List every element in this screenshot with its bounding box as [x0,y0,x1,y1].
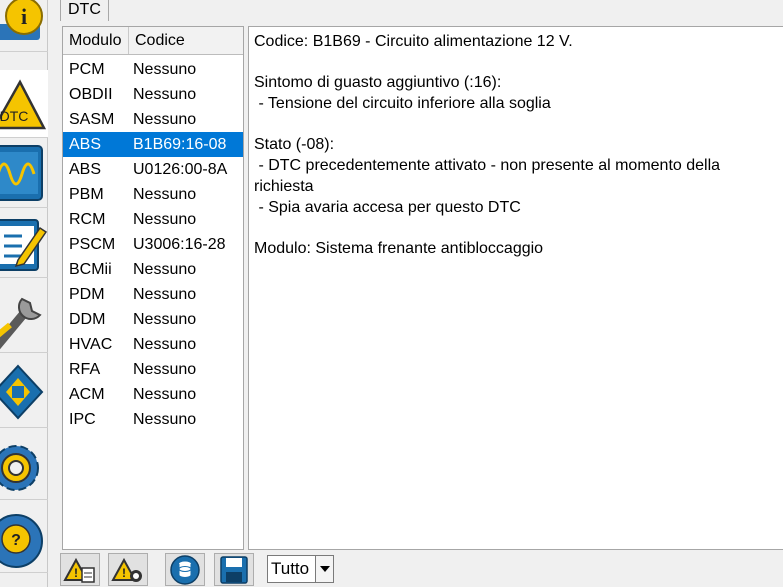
table-row[interactable]: ACM Nessuno [63,382,243,407]
checklist-edit-icon [0,218,48,271]
info-icon: i [0,0,43,40]
svg-text:i: i [21,4,27,29]
wrench-icon [0,297,42,349]
detail-symptom-line: - Tensione del circuito inferiore alla s… [254,95,551,113]
svg-text:DTC: DTC [0,108,28,124]
table-row[interactable]: RFA Nessuno [63,357,243,382]
oscilloscope-icon [0,144,43,201]
dtc-report-icon: ! [63,557,95,583]
row-codice: B1B69:16-08 [133,136,227,153]
sidebar-module-button[interactable] [0,360,48,428]
table-row[interactable]: BCMii Nessuno [63,257,243,282]
help-icon: ? [0,513,43,568]
tool-sidebar: i DTC ? [0,0,48,587]
row-modulo: OBDII [69,86,113,103]
sidebar-settings-button[interactable] [0,432,48,500]
table-row[interactable]: HVAC Nessuno [63,332,243,357]
row-codice: Nessuno [133,286,197,303]
row-modulo: HVAC [69,336,113,353]
table-row[interactable]: PCM Nessuno [63,57,243,82]
svg-text:?: ? [11,532,21,549]
sidebar-scope-button[interactable] [0,140,48,208]
row-codice: Nessuno [133,386,197,403]
dtc-report-button[interactable]: ! [60,553,100,586]
row-modulo: RFA [69,361,101,378]
detail-code-line: Codice: B1B69 - Circuito alimentazione 1… [254,33,573,50]
filter-select-value: Tutto [271,559,310,578]
save-icon [220,555,248,584]
row-modulo: IPC [69,411,96,428]
row-codice: Nessuno [133,411,197,428]
row-codice: Nessuno [133,111,197,128]
row-modulo: PDM [69,286,105,303]
row-codice: U3006:16-28 [133,236,226,253]
row-modulo: ABS [69,136,102,153]
row-codice: Nessuno [133,361,197,378]
detail-status-line: - Spia avaria accesa per questo DTC [254,198,521,216]
table-row[interactable]: PSCM U3006:16-28 [63,232,243,257]
row-modulo: PSCM [69,236,116,253]
dtc-warning-icon: DTC [0,78,47,129]
database-button[interactable] [165,553,205,586]
row-modulo: DDM [69,311,106,328]
row-modulo: BCMii [69,261,112,278]
sidebar-checklist-button[interactable] [0,210,48,278]
row-codice: U0126:00-8A [133,161,228,178]
row-codice: Nessuno [133,336,197,353]
table-row[interactable]: ABS U0126:00-8A [63,157,243,182]
row-modulo: PBM [69,186,104,203]
module-rows: PCM Nessuno OBDII Nessuno SASM Nessuno ABS B1B6… [63,57,243,432]
sidebar-service-button[interactable] [0,285,48,353]
table-row[interactable]: IPC Nessuno [63,407,243,432]
tab-dtc[interactable]: DTC [60,0,109,21]
sidebar-help-button[interactable]: ? [0,505,48,573]
sidebar-dtc-button[interactable]: DTC [0,70,48,138]
detail-symptom-title: Sintomo di guasto aggiuntivo (:16): [254,74,502,92]
list-header: Modulo Codice [63,27,243,55]
row-modulo: ABS [69,161,102,178]
row-codice: Nessuno [133,86,197,103]
row-codice: Nessuno [133,186,197,203]
table-row[interactable]: RCM Nessuno [63,207,243,232]
filter-select[interactable]: Tutto [267,555,334,583]
row-codice: Nessuno [133,311,197,328]
svg-text:!: ! [74,566,78,580]
table-row[interactable]: DDM Nessuno [63,307,243,332]
chevron-down-icon[interactable] [315,556,333,582]
settings-gear-icon [0,444,39,491]
row-modulo: RCM [69,211,106,228]
row-modulo: SASM [69,111,115,128]
table-row[interactable]: SASM Nessuno [63,107,243,132]
column-header-codice[interactable]: Codice [129,27,243,54]
row-codice: Nessuno [133,211,197,228]
detail-status-title: Stato (-08): [254,136,335,154]
row-codice: Nessuno [133,61,197,78]
database-icon [170,554,200,585]
module-list[interactable]: Modulo Codice PCM Nessuno OBDII Nessuno SASM… [62,26,244,550]
table-row[interactable]: PBM Nessuno [63,182,243,207]
dtc-detail-pane: Codice: B1B69 - Circuito alimentazione 1… [248,26,783,550]
column-header-modulo[interactable]: Modulo [63,27,129,54]
dtc-clear-button[interactable]: ! [108,553,148,586]
row-modulo: ACM [69,386,105,403]
table-row[interactable]: ABS B1B69:16-08 [63,132,243,157]
table-row[interactable]: PDM Nessuno [63,282,243,307]
detail-status-line: - DTC precedentemente attivato - non pre… [254,157,725,195]
detail-module-line: Modulo: Sistema frenante antibloccaggio [254,239,544,257]
sidebar-info-button[interactable]: i [0,0,48,52]
bottom-toolbar: ! ! Tutto [48,550,783,587]
dtc-clear-icon: ! [111,557,142,582]
row-modulo: PCM [69,61,105,78]
chip-module-icon [0,364,44,419]
row-codice: Nessuno [133,261,197,278]
save-button[interactable] [214,553,254,586]
svg-text:!: ! [122,566,126,580]
table-row[interactable]: OBDII Nessuno [63,82,243,107]
